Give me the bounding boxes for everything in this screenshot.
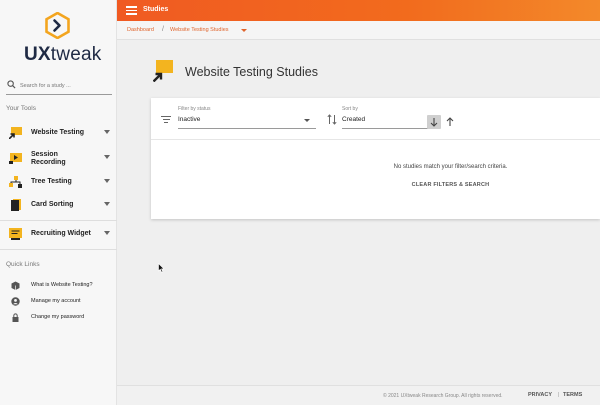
status-filter-underline [178,128,316,129]
arrow-up-icon [446,117,454,126]
chevron-down-icon[interactable] [104,155,110,159]
quick-link-label: What is Website Testing? [31,282,93,288]
quick-links-heading: Quick Links [6,261,40,268]
status-filter-label: Filter by status [178,106,211,112]
main-content: Website Testing Studies Filter by status… [117,40,600,385]
status-filter-value: Inactive [178,116,201,123]
sort-underline [342,128,439,129]
clear-filters-button[interactable]: CLEAR FILTERS & SEARCH [151,182,600,188]
search-input[interactable] [20,78,110,93]
filter-icon[interactable] [161,116,171,125]
sort-ascending-button[interactable] [443,115,457,129]
sidebar-item-label: Website Testing [31,129,85,136]
logo[interactable]: UXtweak [0,8,117,65]
lock-icon [12,313,19,322]
chevron-down-icon[interactable] [104,231,110,235]
website-testing-icon [9,127,22,139]
sidebar-item-label: Recruiting Widget [31,230,91,237]
app-header: Studies [117,0,600,21]
recruiting-widget-icon [9,228,22,240]
quick-link-what-is-website-testing[interactable]: What is Website Testing? [0,279,117,293]
logo-text: UXtweak [24,44,102,65]
quick-link-manage-account[interactable]: Manage my account [0,295,117,309]
sidebar-item-label: Card Sorting [31,201,74,208]
sort-select[interactable]: Sort by Created [342,106,439,130]
header-title: Studies [143,6,169,13]
breadcrumb-dashboard[interactable]: Dashboard [127,27,154,33]
chevron-down-icon[interactable] [104,202,110,206]
sort-label: Sort by [342,106,358,112]
sidebar-item-recruiting-widget[interactable]: Recruiting Widget [0,223,117,245]
sidebar-item-card-sorting[interactable]: Card Sorting [0,194,117,216]
sidebar-divider [0,220,117,221]
quick-link-label: Change my password [31,314,85,320]
box-icon [11,281,20,290]
footer-separator: | [558,392,560,398]
tree-testing-icon [9,176,22,188]
account-icon [11,297,20,306]
sidebar-item-label: Session Recording [31,151,66,166]
sort-icon[interactable] [327,114,337,126]
tools-heading: Your Tools [6,105,36,112]
studies-card: Filter by status Inactive Sort by Create… [151,98,600,219]
uxtweak-logo-icon [45,12,70,39]
session-recording-icon [9,153,22,164]
copyright-text: © 2021 UXtweak Research Group. All right… [383,393,503,399]
quick-link-label: Manage my account [31,298,81,304]
status-filter-select[interactable]: Filter by status Inactive [178,106,316,130]
quick-link-change-password[interactable]: Change my password [0,311,117,325]
terms-link[interactable]: TERMS [563,392,582,398]
breadcrumb-separator: / [162,26,164,33]
website-testing-icon [153,60,173,82]
chevron-down-icon [304,119,310,122]
arrow-down-icon [430,118,438,127]
sidebar-item-session-recording[interactable]: Session Recording [0,147,117,171]
footer: © 2021 UXtweak Research Group. All right… [117,385,600,405]
sidebar-item-tree-testing[interactable]: Tree Testing [0,171,117,193]
sidebar-item-label: Tree Testing [31,178,72,185]
filter-bar: Filter by status Inactive Sort by Create… [151,98,600,140]
card-sorting-icon [11,199,21,211]
sort-descending-button[interactable] [427,115,441,129]
mouse-cursor-icon [158,263,165,273]
sidebar: UXtweak Your Tools Website Testing Sessi… [0,0,117,405]
empty-state-message: No studies match your filter/search crit… [393,164,508,170]
privacy-link[interactable]: PRIVACY [528,392,552,398]
sidebar-item-website-testing[interactable]: Website Testing [0,122,117,144]
chevron-down-icon[interactable] [104,130,110,134]
sidebar-divider [0,249,117,250]
breadcrumb-current[interactable]: Website Testing Studies [170,27,229,33]
search-box[interactable] [6,78,112,95]
search-icon [7,80,16,89]
page-title: Website Testing Studies [185,65,318,79]
breadcrumb: Dashboard / Website Testing Studies [117,21,600,40]
caret-down-icon[interactable] [241,29,247,32]
sort-value: Created [342,116,366,123]
menu-icon[interactable] [126,6,137,15]
chevron-down-icon[interactable] [104,179,110,183]
